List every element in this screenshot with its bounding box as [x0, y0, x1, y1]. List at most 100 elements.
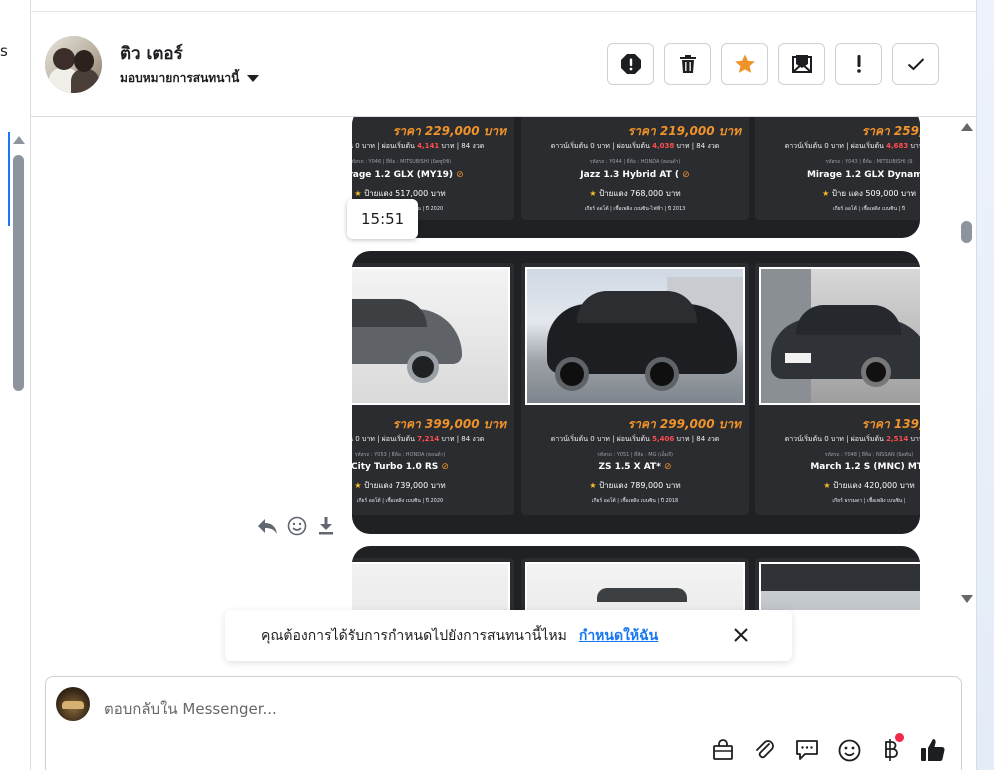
car-photo [759, 267, 920, 405]
card-meta: รหัสรถ : Y053 | ยี่ห้อ : HONDA (ฮอนด้า) [354, 452, 446, 458]
card-meta: รหัสรถ : Y051 | ยี่ห้อ : MG (เอ็มจี) [597, 452, 673, 458]
assign-label: มอบหมายการสนทนานี้ [120, 71, 240, 85]
car-carousel-message[interactable]: ราคา 229,000 บาท ดาวน์เริ่มต้น 0 บาท | ผ… [352, 117, 920, 238]
card-spec: เกียร์ ออโต้ | เชื้อเพลิง เบนซิน | ปี 20… [591, 498, 679, 504]
exclamation-icon [856, 55, 861, 73]
message-actions [257, 515, 336, 536]
paperclip-icon [756, 740, 774, 759]
list-scrollbar-thumb[interactable] [13, 155, 24, 391]
contact-avatar[interactable] [45, 36, 102, 93]
card-price: ราคา 139,000 บาท [861, 417, 920, 431]
car-carousel-message[interactable]: ราคา 399,000 บาท ดาวน์เริ่มต้น 0 บาท | ผ… [352, 251, 920, 534]
thread-scroll-up-arrow[interactable] [961, 123, 973, 131]
done-button[interactable] [892, 43, 939, 85]
card-spec: เกียร์ ออโต้ | เชื้อเพลิง เบนซิน | ปี [832, 206, 906, 212]
car-card[interactable] [521, 558, 749, 610]
message-thread[interactable]: ราคา 229,000 บาท ดาวน์เริ่มต้น 0 บาท | ผ… [31, 117, 960, 610]
inbox-window: s ติว เตอร์ มอบหมายการสนทนานี้ ราคา 229,… [0, 0, 994, 770]
card-down-payment: ดาวน์เริ่มต้น 0 บาท | ผ่อนเริ่มต้น 5,406… [550, 435, 720, 443]
download-icon [318, 517, 333, 535]
active-indicator [8, 132, 10, 226]
contact-name[interactable]: ติว เตอร์ [120, 40, 183, 67]
card-model: City Turbo 1.0 RS ⊘ [352, 462, 449, 472]
car-photo [525, 562, 745, 610]
star-icon [734, 54, 755, 73]
car-card[interactable]: ราคา 259,000 บาท ดาวน์เริ่มต้น 0 บาท | ผ… [755, 117, 920, 220]
card-price: ราคา 229,000 บาท [392, 124, 506, 138]
mark-unread-button[interactable] [778, 43, 825, 85]
emoji-button[interactable] [834, 735, 864, 765]
shop-button[interactable] [708, 735, 738, 765]
car-card[interactable]: ราคา 299,000 บาท ดาวน์เริ่มต้น 0 บาท | ผ… [521, 263, 749, 515]
card-model: March 1.2 S (MNC) MT* [810, 462, 920, 472]
reply-composer[interactable]: ตอบกลับใน Messenger... [45, 676, 962, 770]
list-peek-text: s [0, 42, 8, 60]
top-bar [31, 0, 976, 12]
list-scroll-up-arrow[interactable] [13, 136, 25, 144]
car-card[interactable]: ราคา 399,000 บาท ดาวน์เริ่มต้น 0 บาท | ผ… [352, 263, 514, 515]
baht-icon [885, 739, 898, 761]
card-spec: เกียร์ ออโต้ | เชื้อเพลิง เบนซิน | ปี 20… [356, 498, 444, 504]
card-model: Mirage 1.2 GLX (MY19) ⊘ [352, 170, 464, 180]
card-plate-price: ★ ป้ายแดง 420,000 บาท [823, 481, 915, 490]
card-meta: รหัสรถ : Y044 | ยี่ห้อ : HONDA (ฮอนด้า) [589, 159, 681, 165]
thread-scroll-down-arrow[interactable] [961, 595, 973, 603]
card-down-payment: ดาวน์เริ่มต้น 0 บาท | ผ่อนเริ่มต้น 4,141… [352, 142, 485, 150]
caret-down-icon [247, 75, 260, 82]
car-photo [525, 267, 745, 405]
download-button[interactable] [315, 515, 336, 536]
card-plate-price: ★ ป้ายแดง 768,000 บาท [589, 189, 681, 198]
chat-bubble-icon [796, 740, 818, 760]
card-model: Mirage 1.2 GLX Dynamic [806, 170, 920, 180]
trash-icon [679, 55, 696, 73]
smile-icon [287, 516, 306, 535]
dismiss-banner-button[interactable] [733, 627, 749, 647]
thread-scrollbar-thumb[interactable] [961, 221, 972, 243]
card-plate-price: ★ ป้าย แดง 509,000 บาท [822, 189, 916, 198]
card-price: ราคา 299,000 บาท [627, 417, 741, 431]
attach-button[interactable] [750, 735, 780, 765]
car-carousel-message[interactable] [352, 546, 920, 610]
star-button[interactable] [721, 43, 768, 85]
payment-button[interactable] [876, 733, 906, 765]
envelope-icon [791, 55, 812, 73]
card-spec: เกียร์ ธรรมดา | เชื้อเพลิง เบนซิน | [832, 498, 906, 504]
alert-octagon-icon [620, 54, 641, 74]
car-card[interactable]: ราคา 139,000 บาท ดาวน์เริ่มต้น 0 บาท | ผ… [755, 263, 920, 515]
card-model: ZS 1.5 X AT* ⊘ [598, 462, 672, 472]
card-plate-price: ★ ป้ายแดง 739,000 บาท [354, 481, 446, 490]
check-icon [907, 58, 924, 71]
assign-to-me-banner: คุณต้องการได้รับการกำหนดไปยังการสนทนานี้… [225, 610, 792, 661]
assign-to-me-link[interactable]: กำหนดให้ฉัน [579, 625, 658, 647]
like-button[interactable] [918, 735, 948, 765]
card-price: ราคา 399,000 บาท [392, 417, 506, 431]
delete-button[interactable] [664, 43, 711, 85]
right-panel-edge [976, 0, 994, 770]
card-price: ราคา 259,000 บาท [861, 124, 920, 138]
car-card[interactable] [755, 558, 920, 610]
follow-up-button[interactable] [835, 43, 882, 85]
car-photo [352, 562, 510, 610]
conversation-header: ติว เตอร์ มอบหมายการสนทนานี้ [31, 12, 976, 117]
assign-conversation-dropdown[interactable]: มอบหมายการสนทนานี้ [120, 69, 260, 88]
notification-dot [895, 733, 904, 742]
card-meta: รหัสรถ : Y043 | ยี่ห้อ : MITSUBISHI (มิ [825, 159, 913, 165]
car-photo [759, 562, 920, 610]
card-down-payment: ดาวน์เริ่มต้น 0 บาท | ผ่อนเริ่มต้น 4,683… [784, 142, 920, 150]
card-down-payment: ดาวน์เริ่มต้น 0 บาท | ผ่อนเริ่มต้น 7,214… [352, 435, 485, 443]
card-meta: รหัสรถ : Y046 | ยี่ห้อ : MITSUBISHI (มิต… [352, 159, 452, 165]
assign-banner-text: คุณต้องการได้รับการกำหนดไปยังการสนทนานี้… [261, 627, 567, 644]
car-card[interactable] [352, 558, 514, 610]
spam-button[interactable] [607, 43, 654, 85]
close-icon [734, 628, 748, 642]
car-card[interactable]: ราคา 219,000 บาท ดาวน์เริ่มต้น 0 บาท | ผ… [521, 117, 749, 220]
composer-toolbar [708, 733, 948, 765]
card-spec: เกียร์ ออโต้ | เชื้อเพลิง เบนซิน-ไฟฟ้า |… [584, 206, 686, 212]
react-button[interactable] [286, 515, 307, 536]
reply-input[interactable]: ตอบกลับใน Messenger... [104, 697, 277, 721]
message-timestamp-tooltip: 15:51 [347, 199, 419, 239]
thumbs-up-icon [921, 739, 945, 762]
reply-button[interactable] [257, 515, 278, 536]
card-model: Jazz 1.3 Hybrid AT ( ⊘ [580, 170, 690, 180]
saved-replies-button[interactable] [792, 735, 822, 765]
